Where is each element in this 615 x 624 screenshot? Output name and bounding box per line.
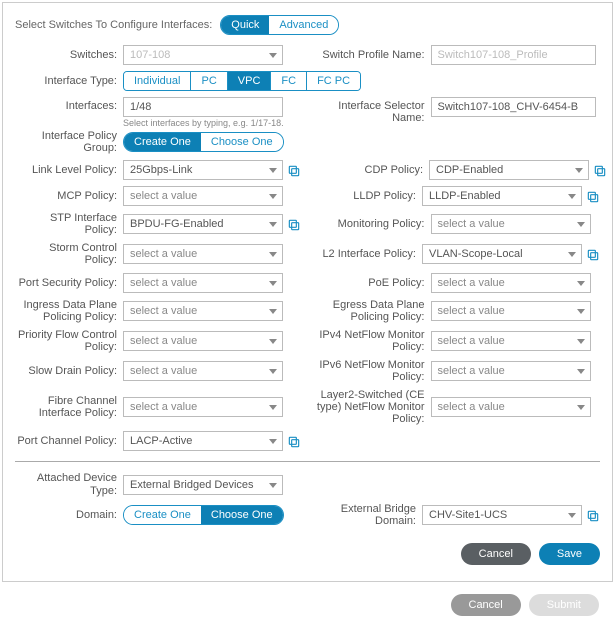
ipv6nf-select[interactable]: select a value [431,361,591,381]
egressdp-label: Egress Data Plane Policing Policy: [313,299,431,323]
egressdp-select[interactable]: select a value [431,301,591,321]
portsec-select[interactable]: select a value [123,273,283,293]
storm-label: Storm Control Policy: [15,242,123,266]
mode-header: Select Switches To Configure Interfaces:… [15,15,600,35]
interfaces-input[interactable]: 1/48 [123,97,283,117]
mode-advanced[interactable]: Advanced [269,16,338,34]
config-panel: Select Switches To Configure Interfaces:… [2,2,613,582]
domain-pill: Create One Choose One [123,505,284,525]
slowdrain-select[interactable]: select a value [123,361,283,381]
copy-icon[interactable] [287,435,301,449]
l2nf-label: Layer2-Switched (CE type) NetFlow Monito… [313,389,431,425]
iface-type-individual[interactable]: Individual [124,72,191,90]
stp-label: STP Interface Policy: [15,212,123,236]
pfc-select[interactable]: select a value [123,331,283,351]
outer-footer: Cancel Submit [0,584,615,624]
storm-select[interactable]: select a value [123,244,283,264]
l2iface-label: L2 Interface Policy: [304,248,422,260]
ipg-pill: Create One Choose One [123,132,284,152]
stp-select[interactable]: BPDU-FG-Enabled [123,214,283,234]
ipg-label: Interface Policy Group: [15,130,123,154]
portsec-label: Port Security Policy: [15,277,123,289]
copy-icon[interactable] [586,509,600,523]
mcp-select[interactable]: select a value [123,186,283,206]
iface-type-label: Interface Type: [15,75,123,87]
poe-select[interactable]: select a value [431,273,591,293]
iface-type-fcpc[interactable]: FC PC [307,72,360,90]
save-button[interactable]: Save [539,543,600,565]
switch-profile-label: Switch Profile Name: [313,49,431,61]
attached-device-label: Attached Device Type: [15,472,123,496]
ipv6nf-label: IPv6 NetFlow Monitor Policy: [313,359,431,383]
inner-footer: Cancel Save [15,543,600,565]
ipv4nf-select[interactable]: select a value [431,331,591,351]
cdp-label: CDP Policy: [311,164,429,176]
fci-select[interactable]: select a value [123,397,283,417]
copy-icon[interactable] [586,190,600,204]
domain-choose[interactable]: Choose One [201,506,283,524]
switches-select[interactable]: 107-108 [123,45,283,65]
iface-type-fc[interactable]: FC [271,72,307,90]
interfaces-label: Interfaces: [15,97,123,112]
slowdrain-label: Slow Drain Policy: [15,365,123,377]
mode-quick[interactable]: Quick [221,16,269,34]
pfc-label: Priority Flow Control Policy: [15,329,123,353]
switches-label: Switches: [15,49,123,61]
mode-pill: Quick Advanced [220,15,339,35]
mode-prompt: Select Switches To Configure Interfaces: [15,19,212,31]
portchannel-select[interactable]: LACP-Active [123,431,283,451]
cancel-button-outer[interactable]: Cancel [451,594,521,616]
monitoring-select[interactable]: select a value [431,214,591,234]
ipv4nf-label: IPv4 NetFlow Monitor Policy: [313,329,431,353]
lldp-label: LLDP Policy: [304,190,422,202]
iface-type-vpc[interactable]: VPC [228,72,272,90]
link-level-label: Link Level Policy: [15,164,123,176]
iface-selector-label: Interface Selector Name: [313,97,431,124]
iface-selector-input[interactable]: Switch107-108_CHV-6454-B [431,97,596,117]
submit-button: Submit [529,594,599,616]
cdp-select[interactable]: CDP-Enabled [429,160,589,180]
poe-label: PoE Policy: [313,277,431,289]
ipg-create[interactable]: Create One [124,133,201,151]
copy-icon[interactable] [586,248,600,262]
ipg-choose[interactable]: Choose One [201,133,283,151]
domain-create[interactable]: Create One [124,506,201,524]
l2nf-select[interactable]: select a value [431,397,591,417]
iface-type-seg: Individual PC VPC FC FC PC [123,71,361,91]
divider [15,461,600,462]
lldp-select[interactable]: LLDP-Enabled [422,186,582,206]
link-level-select[interactable]: 25Gbps-Link [123,160,283,180]
mcp-label: MCP Policy: [15,190,123,202]
ingressdp-label: Ingress Data Plane Policing Policy: [15,299,123,323]
copy-icon[interactable] [287,218,301,232]
copy-icon[interactable] [287,164,301,178]
ext-bridge-label: External Bridge Domain: [304,503,422,527]
ext-bridge-select[interactable]: CHV-Site1-UCS [422,505,582,525]
ingressdp-select[interactable]: select a value [123,301,283,321]
copy-icon[interactable] [593,164,607,178]
l2iface-select[interactable]: VLAN-Scope-Local [422,244,582,264]
switch-profile-input[interactable]: Switch107-108_Profile [431,45,596,65]
attached-device-select[interactable]: External Bridged Devices [123,475,283,495]
domain-label: Domain: [15,509,123,521]
fci-label: Fibre Channel Interface Policy: [15,395,123,419]
portchannel-label: Port Channel Policy: [15,435,123,447]
monitoring-label: Monitoring Policy: [313,218,431,230]
interfaces-hint: Select interfaces by typing, e.g. 1/17-1… [123,118,284,128]
cancel-button-inner[interactable]: Cancel [461,543,531,565]
iface-type-pc[interactable]: PC [191,72,227,90]
